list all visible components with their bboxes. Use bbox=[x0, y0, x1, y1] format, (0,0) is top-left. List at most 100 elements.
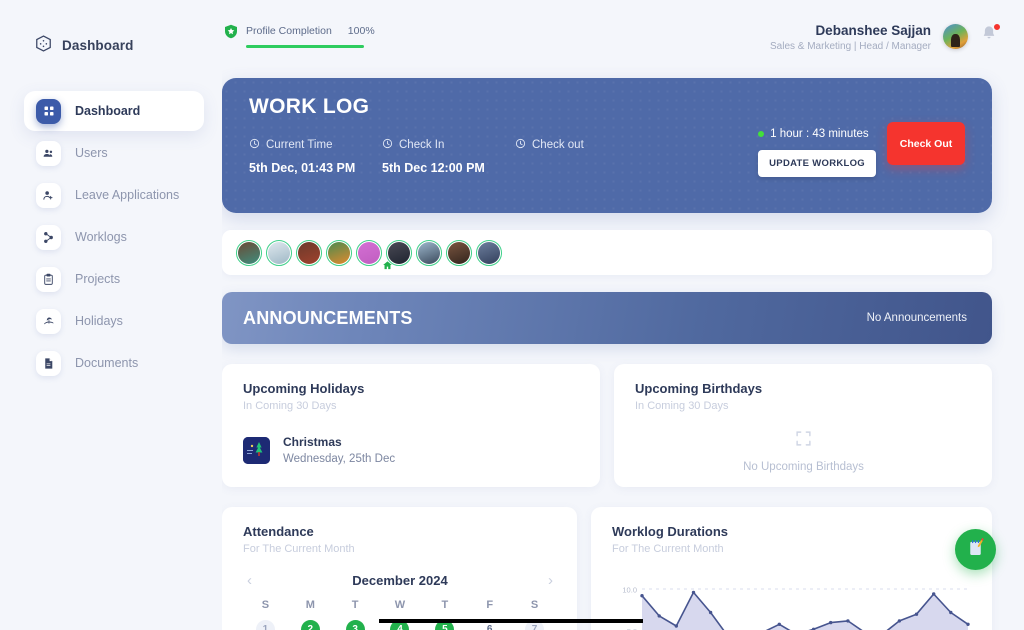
calendar-cell[interactable]: 1 bbox=[243, 620, 288, 630]
list-item[interactable]: Christmas Wednesday, 25th Dec bbox=[243, 435, 580, 465]
team-avatar[interactable] bbox=[446, 239, 472, 266]
worklog-title: WORK LOG bbox=[249, 95, 370, 118]
worklog-col-label: Current Time bbox=[266, 139, 333, 151]
sidebar-item-label: Dashboard bbox=[75, 104, 141, 118]
sidebar: Dashboard Dashboard Users Leave Applicat… bbox=[0, 0, 222, 630]
worklog-current-time: Current Time 5th Dec, 01:43 PM bbox=[249, 136, 382, 175]
profile-completion-percent: 100% bbox=[347, 25, 375, 37]
calendar-day: 3 bbox=[345, 620, 365, 630]
drag-overlay-bar-right bbox=[611, 619, 641, 623]
profile-completion: Profile Completion 100% bbox=[222, 22, 375, 48]
card-subtitle: In Coming 30 Days bbox=[243, 400, 337, 412]
calendar-nav: ‹ December 2024 › bbox=[243, 573, 557, 588]
profile-completion-label: Profile Completion bbox=[246, 25, 332, 37]
topbar: Profile Completion 100% Debanshee Sajjan… bbox=[222, 0, 1024, 72]
sidebar-item-documents[interactable]: Documents bbox=[24, 343, 204, 383]
bottom-cards-row: Attendance For The Current Month ‹ Decem… bbox=[222, 507, 996, 630]
calendar-cell[interactable]: 3 bbox=[333, 620, 378, 630]
team-avatar[interactable] bbox=[236, 239, 262, 266]
calendar-dow: T bbox=[351, 599, 359, 611]
user-names: Debanshee Sajjan Sales & Marketing | Hea… bbox=[770, 20, 931, 52]
calendar-dow: S bbox=[530, 599, 539, 611]
notification-badge bbox=[993, 23, 1001, 31]
calendar-month: December 2024 bbox=[352, 573, 448, 588]
avatar[interactable] bbox=[943, 24, 968, 49]
sidebar-item-label: Projects bbox=[75, 272, 121, 286]
team-avatar[interactable] bbox=[476, 239, 502, 266]
user-block[interactable]: Debanshee Sajjan Sales & Marketing | Hea… bbox=[770, 20, 1001, 52]
quick-note-fab[interactable] bbox=[955, 529, 996, 570]
calendar-dow: F bbox=[486, 599, 494, 611]
worklog-col-label: Check out bbox=[532, 139, 584, 151]
sidebar-item-label: Leave Applications bbox=[75, 188, 180, 202]
beach-icon bbox=[36, 308, 61, 334]
calendar-grid: S M T W T F S 1 2 3 4 5 6 7 bbox=[243, 599, 557, 630]
upcoming-birthdays-card: Upcoming Birthdays In Coming 30 Days No … bbox=[614, 364, 992, 487]
chevron-right-icon[interactable]: › bbox=[548, 573, 553, 588]
team-avatar[interactable] bbox=[416, 239, 442, 266]
status-dot-icon bbox=[758, 131, 765, 137]
worklog-col-value: 5th Dec 12:00 PM bbox=[382, 161, 485, 175]
chevron-left-icon[interactable]: ‹ bbox=[247, 573, 252, 588]
empty-text: No Upcoming Birthdays bbox=[743, 461, 864, 473]
calendar-cell[interactable]: 2 bbox=[288, 620, 333, 630]
holiday-date: Wednesday, 25th Dec bbox=[283, 453, 396, 465]
cube-icon bbox=[34, 34, 53, 58]
shield-star-icon bbox=[222, 22, 239, 40]
sidebar-item-dashboard[interactable]: Dashboard bbox=[24, 91, 204, 131]
sidebar-item-leave-applications[interactable]: Leave Applications bbox=[24, 175, 204, 215]
sidebar-item-label: Users bbox=[75, 146, 108, 160]
sidebar-item-projects[interactable]: Projects bbox=[24, 259, 204, 299]
users-icon bbox=[36, 140, 61, 166]
calendar-dow: S bbox=[261, 599, 270, 611]
team-avatar[interactable] bbox=[356, 239, 382, 266]
card-title: Upcoming Holidays bbox=[243, 381, 365, 396]
worklog-duration: 1 hour : 43 minutes bbox=[770, 128, 869, 140]
clipboard-icon bbox=[36, 266, 61, 292]
sidebar-item-label: Worklogs bbox=[75, 230, 127, 244]
sidebar-item-users[interactable]: Users bbox=[24, 133, 204, 173]
update-worklog-button[interactable]: UPDATE WORKLOG bbox=[758, 150, 876, 177]
worklog-col-label: Check In bbox=[399, 139, 445, 151]
card-subtitle: In Coming 30 Days bbox=[635, 400, 729, 412]
card-title: Attendance bbox=[243, 524, 314, 539]
sidebar-item-holidays[interactable]: Holidays bbox=[24, 301, 204, 341]
clock-icon bbox=[249, 136, 260, 154]
calendar-day: 2 bbox=[300, 620, 320, 630]
christmas-thumb bbox=[243, 436, 270, 464]
dashboard-app: Dashboard Dashboard Users Leave Applicat… bbox=[0, 0, 1024, 630]
calendar-dow: M bbox=[305, 599, 315, 611]
upcoming-holidays-card: Upcoming Holidays In Coming 30 Days Chri… bbox=[222, 364, 600, 487]
user-name: Debanshee Sajjan bbox=[815, 23, 931, 38]
info-cards-row: Upcoming Holidays In Coming 30 Days Chri… bbox=[222, 364, 992, 487]
notifications-button[interactable] bbox=[980, 23, 1001, 48]
sidebar-item-worklogs[interactable]: Worklogs bbox=[24, 217, 204, 257]
card-subtitle: For The Current Month bbox=[243, 543, 355, 555]
team-avatar[interactable] bbox=[326, 239, 352, 266]
brand-label: Dashboard bbox=[62, 38, 134, 53]
team-avatar[interactable] bbox=[296, 239, 322, 266]
profile-completion-bar bbox=[246, 45, 364, 48]
attendance-card: Attendance For The Current Month ‹ Decem… bbox=[222, 507, 577, 630]
empty-box-icon bbox=[795, 430, 812, 452]
announcements-bar: ANNOUNCEMENTS No Announcements bbox=[222, 292, 992, 344]
worklog-col-value: 5th Dec, 01:43 PM bbox=[249, 161, 356, 175]
notepad-icon bbox=[965, 537, 986, 563]
document-icon bbox=[36, 350, 61, 376]
clock-out-icon bbox=[515, 136, 526, 154]
user-check-icon bbox=[36, 182, 61, 208]
announcements-empty: No Announcements bbox=[866, 312, 967, 324]
brand[interactable]: Dashboard bbox=[0, 0, 222, 58]
calendar-day: 1 bbox=[255, 620, 275, 630]
team-avatar-strip bbox=[222, 230, 992, 275]
check-out-button[interactable]: Check Out bbox=[887, 122, 965, 165]
user-role: Sales & Marketing | Head / Manager bbox=[769, 41, 931, 52]
worklog-check-out: Check out bbox=[515, 136, 648, 175]
home-icon bbox=[382, 258, 393, 270]
team-avatar[interactable] bbox=[266, 239, 292, 266]
announcements-title: ANNOUNCEMENTS bbox=[243, 307, 413, 328]
sitemap-icon bbox=[36, 224, 61, 250]
empty-state: No Upcoming Birthdays bbox=[635, 430, 972, 473]
worklog-panel: WORK LOG Current Time 5th Dec, 01:43 PM bbox=[222, 78, 992, 213]
worklog-durations-card: Worklog Durations For The Current Month … bbox=[591, 507, 996, 630]
